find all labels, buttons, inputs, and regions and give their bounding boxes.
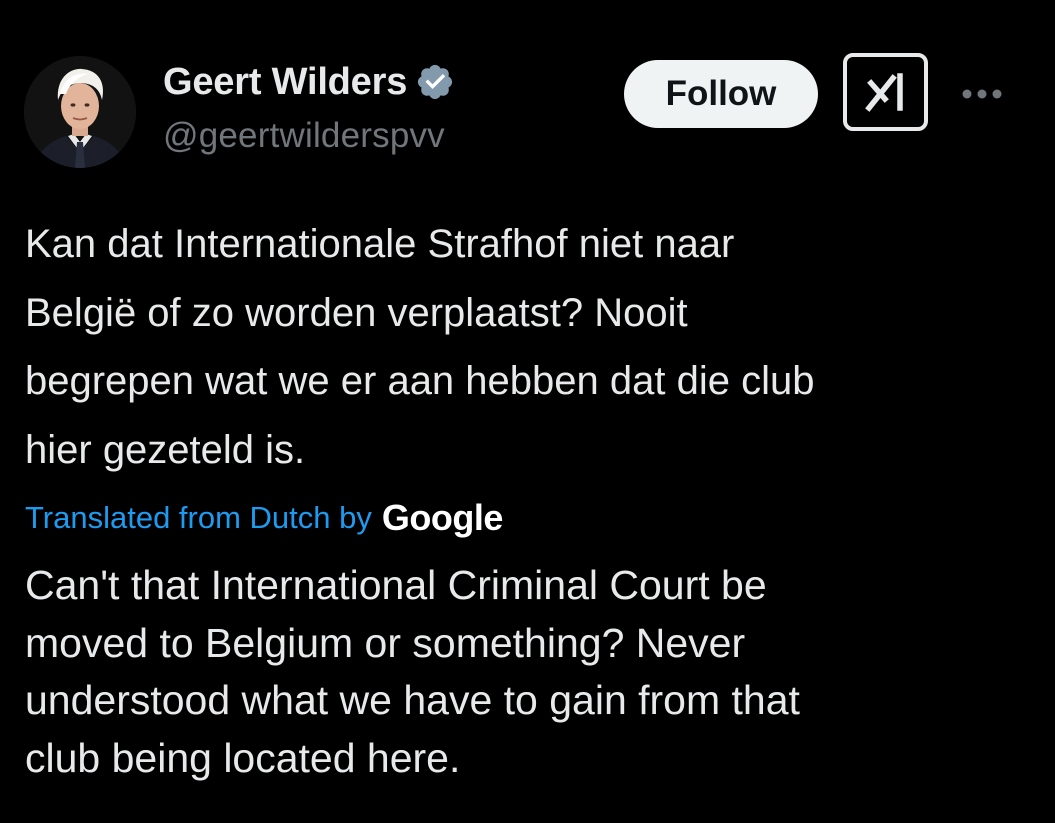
grok-button[interactable] [843,53,928,131]
grok-icon [864,73,903,112]
profile-photo-icon [24,56,136,168]
tweet-text-line: hier gezeteld is. [25,427,306,472]
translated-text: Can't that International Criminal Court … [25,557,1025,787]
google-logo: Google [381,497,504,538]
translation-link[interactable]: Translated from Dutch by [25,500,372,536]
translated-text-line: Can't that International Criminal Court … [25,562,767,608]
avatar[interactable] [24,56,136,168]
author-name-row[interactable]: Geert Wilders [163,58,455,106]
translated-text-line: understood what we have to gain from tha… [25,677,800,723]
translated-text-line: moved to Belgium or something? Never [25,619,746,666]
follow-button[interactable]: Follow [624,60,818,128]
verified-badge-icon [418,64,453,100]
tweet-text-line: begrepen wat we er aan hebben dat die cl… [25,359,815,403]
translated-text-line: club being located here. [25,734,461,781]
translation-attribution: Translated from Dutch by Google [25,494,503,542]
more-options-icon [962,89,1002,99]
tweet-card: Geert Wilders @geertwilderspvv Follow Ka… [0,0,1055,823]
tweet-text: Kan dat Internationale Strafhof niet naa… [25,210,1025,484]
tweet-text-line: Kan dat Internationale Strafhof niet naa… [25,222,735,266]
tweet-text-line: België of zo worden verplaatst? Nooit [25,290,688,335]
handle[interactable]: @geertwilderspvv [163,116,445,156]
display-name[interactable]: Geert Wilders [163,61,407,104]
more-options-button[interactable] [958,82,1006,106]
